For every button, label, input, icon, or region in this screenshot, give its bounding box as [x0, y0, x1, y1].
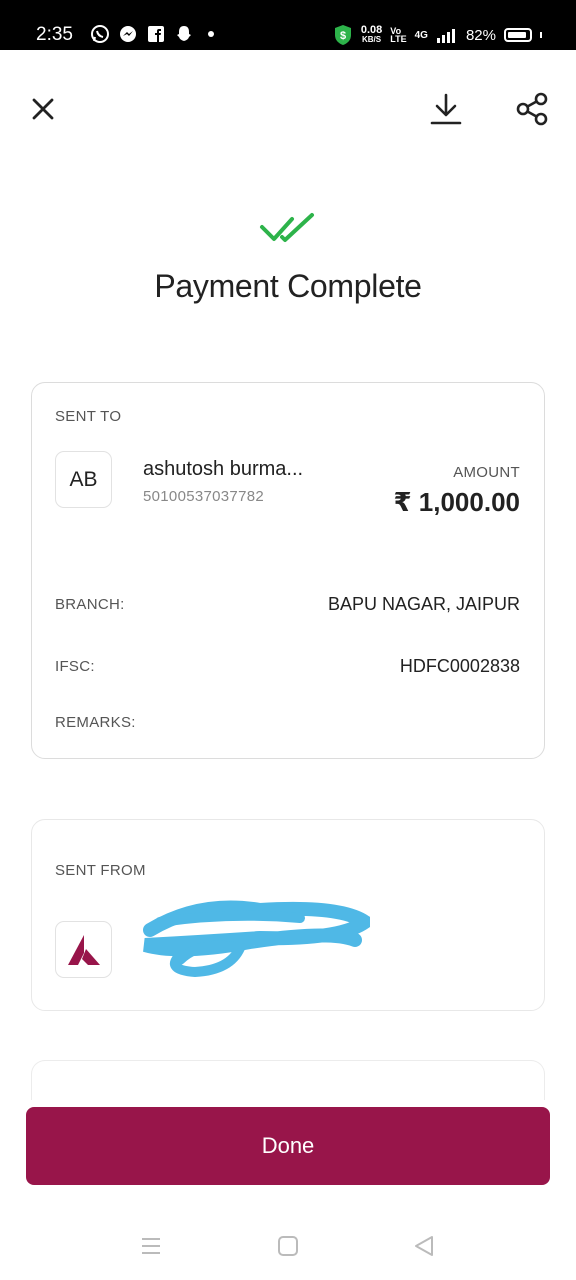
- payee-account-number: 50100537037782: [143, 488, 264, 505]
- menu-nav-button[interactable]: [133, 1228, 169, 1264]
- home-nav-button[interactable]: [270, 1228, 306, 1264]
- status-right: $ 0.08 KB/S Vo LTE 4G 82%: [333, 24, 542, 46]
- close-button[interactable]: [19, 85, 67, 133]
- snapchat-icon: [177, 26, 191, 41]
- sent-from-card: SENT FROM: [31, 819, 545, 1011]
- amount-value: ₹ 1,000.00: [393, 487, 520, 517]
- payee-name: ashutosh burma...: [143, 458, 304, 480]
- share-icon: [516, 92, 548, 126]
- close-icon: [32, 98, 54, 120]
- back-nav-button[interactable]: [406, 1228, 442, 1264]
- volte-indicator: Vo LTE: [390, 27, 407, 44]
- net-speed: 0.08 KB/S: [360, 24, 383, 45]
- redaction-scribble: [143, 900, 370, 978]
- done-button[interactable]: Done: [26, 1107, 550, 1185]
- download-icon: [430, 93, 462, 125]
- payee-avatar: AB: [55, 451, 112, 508]
- sent-from-label: SENT FROM: [55, 862, 146, 879]
- more-notifications-dot: [208, 31, 214, 37]
- details-card-partial: [31, 1060, 545, 1100]
- ifsc-value: HDFC0002838: [399, 656, 520, 676]
- messenger-icon: [120, 26, 136, 42]
- net-speed-unit: KB/S: [362, 35, 382, 44]
- battery-cap: [540, 32, 542, 38]
- status-bar: 2:35 $ 0.08 KB/S Vo LTE 4G 82%: [0, 0, 576, 50]
- bank-logo: [55, 921, 112, 978]
- share-button[interactable]: [508, 85, 556, 133]
- axis-bank-logo-icon: [67, 934, 100, 965]
- sent-to-label: SENT TO: [55, 408, 122, 425]
- signal-icon: [436, 29, 455, 43]
- amount-label: AMOUNT: [453, 464, 520, 481]
- download-button[interactable]: [422, 85, 470, 133]
- whatsapp-icon: [91, 25, 109, 43]
- sent-to-card: SENT TO AB ashutosh burma... 50100537037…: [31, 382, 545, 759]
- branch-value: BAPU NAGAR, JAIPUR: [327, 594, 520, 614]
- status-time: 2:35: [36, 24, 73, 45]
- notification-icons: [90, 24, 214, 44]
- shield-dollar-icon: $: [334, 25, 351, 45]
- ifsc-label: IFSC:: [55, 658, 95, 675]
- double-check-icon: [260, 213, 314, 242]
- facebook-icon: [148, 26, 164, 42]
- net-speed-value: 0.08: [360, 24, 383, 36]
- menu-icon: [142, 1238, 160, 1254]
- volte-bottom: LTE: [390, 34, 407, 44]
- page-title: Payment Complete: [154, 268, 422, 304]
- back-icon: [415, 1236, 433, 1256]
- battery-percent: 82%: [465, 26, 496, 44]
- battery-icon: [504, 28, 532, 42]
- svg-text:$: $: [340, 30, 346, 42]
- payee-initials: AB: [69, 467, 98, 491]
- done-button-label: Done: [261, 1133, 315, 1158]
- remarks-label: REMARKS:: [55, 714, 136, 731]
- home-icon: [278, 1236, 298, 1256]
- branch-label: BRANCH:: [55, 596, 125, 613]
- network-type: 4G: [414, 29, 428, 41]
